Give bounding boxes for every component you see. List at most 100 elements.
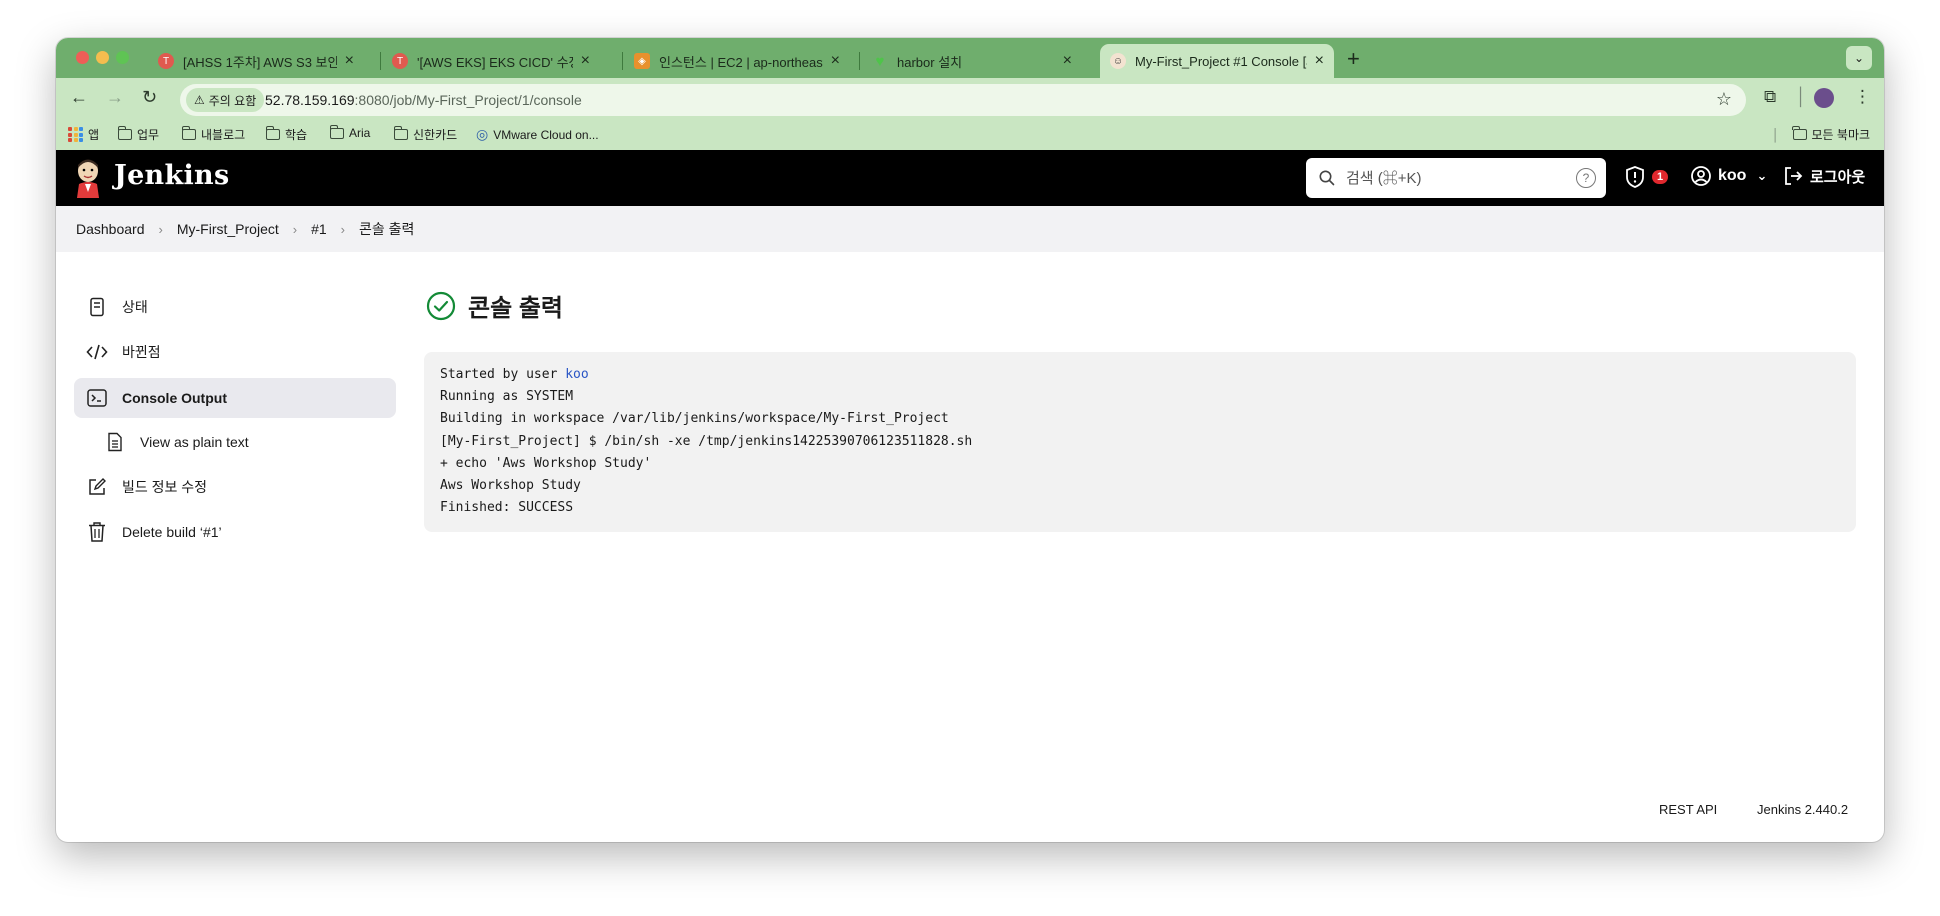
rest-api-link[interactable]: REST API xyxy=(1659,802,1717,817)
console-line: Started by user koo xyxy=(440,367,589,382)
browser-tab[interactable]: ♥ harbor 설치 × xyxy=(862,44,1082,78)
reload-icon[interactable]: ↻ xyxy=(142,87,157,108)
sidebar-item-status[interactable]: 상태 xyxy=(74,288,396,326)
user-circle-icon xyxy=(1691,166,1711,186)
bookmark-folder[interactable]: 신한카드 xyxy=(393,126,457,143)
jenkins-icon: ☺ xyxy=(1110,53,1126,69)
page-title: 콘솔 출력 xyxy=(468,295,563,322)
browser-tab-active[interactable]: ☺ My-First_Project #1 Console [Jenkins] … xyxy=(1100,44,1334,78)
console-line: [My-First_Project] $ /bin/sh -xe /tmp/je… xyxy=(440,433,973,449)
url-text: 52.78.159.169:8080/job/My-First_Project/… xyxy=(265,92,582,108)
jenkins-brand[interactable]: Jenkins xyxy=(114,160,229,191)
url-path: :8080/job/My-First_Project/1/console xyxy=(354,92,582,108)
url-host: 52.78.159.169 xyxy=(265,92,355,108)
console-line: + echo 'Aws Workshop Study' xyxy=(440,455,652,471)
folder-icon xyxy=(1792,126,1807,140)
browser-tab[interactable]: ◈ 인스턴스 | EC2 | ap-northeast-2 × xyxy=(624,44,850,78)
bookmark-label: VMware Cloud on... xyxy=(493,127,599,142)
chevron-down-icon[interactable]: ⌄ xyxy=(1846,46,1872,70)
sidebar-item-label: 바뀐점 xyxy=(122,344,161,360)
all-bookmarks[interactable]: │ 모든 북마크 xyxy=(1772,126,1870,143)
breadcrumb-project[interactable]: My-First_Project xyxy=(175,221,281,237)
help-question-icon[interactable]: ? xyxy=(1576,168,1596,188)
bookmark-star-icon[interactable]: ☆ xyxy=(1716,89,1732,110)
bookmark-label: 내블로그 xyxy=(201,128,246,142)
address-bar[interactable]: ⚠ 주의 요함 52.78.159.169:8080/job/My-First_… xyxy=(180,84,1746,116)
close-tab-icon[interactable]: × xyxy=(1315,52,1324,70)
minimize-window-button[interactable] xyxy=(96,51,109,64)
browser-menu-icon[interactable]: ⋮ xyxy=(1854,87,1871,107)
page-heading: 콘솔 출력 xyxy=(426,288,563,323)
jenkins-version-link[interactable]: Jenkins 2.440.2 xyxy=(1757,802,1848,817)
jenkins-header: Jenkins ? 1 koo ⌄ xyxy=(56,150,1884,206)
new-tab-icon[interactable]: + xyxy=(1347,46,1360,72)
logout-link[interactable]: 로그아웃 xyxy=(1782,165,1865,187)
aws-ec2-icon: ◈ xyxy=(634,53,650,69)
chevron-down-icon: ⌄ xyxy=(1756,168,1768,183)
sidebar-item-changes[interactable]: 바뀐점 xyxy=(74,333,396,371)
apps-grid-icon xyxy=(68,127,83,142)
document-icon xyxy=(86,296,108,318)
search-icon xyxy=(1319,170,1335,186)
success-check-icon xyxy=(426,291,456,320)
browser-toolbar: ← → ↻ ⚠ 주의 요함 52.78.159.169:8080/job/My-… xyxy=(56,78,1884,120)
sidebar-item-console-output[interactable]: Console Output xyxy=(74,378,396,418)
bookmark-folder[interactable]: 학습 xyxy=(265,126,308,143)
logout-icon xyxy=(1785,167,1803,185)
security-alerts[interactable]: 1 xyxy=(1624,165,1669,189)
bookmark-vmware[interactable]: ◎ VMware Cloud on... xyxy=(476,126,599,143)
security-alert-badge: 1 xyxy=(1652,170,1669,184)
breadcrumb-dashboard[interactable]: Dashboard xyxy=(74,221,147,237)
console-line: Running as SYSTEM xyxy=(440,389,574,405)
bookmark-apps[interactable]: 앱 xyxy=(68,126,99,143)
folder-icon xyxy=(393,126,408,140)
notion-red-icon: T xyxy=(158,53,174,69)
close-tab-icon[interactable]: × xyxy=(1063,52,1072,70)
jenkins-butler-logo-icon[interactable] xyxy=(74,158,102,198)
chevron-right-icon: › xyxy=(340,221,346,237)
console-line: Building in workspace /var/lib/jenkins/w… xyxy=(440,411,949,427)
bookmark-label: 앱 xyxy=(88,128,100,142)
edit-icon xyxy=(86,476,108,498)
browser-tab[interactable]: T '[AWS EKS] EKS CICD' 수정하기 × xyxy=(382,44,600,78)
terminal-icon xyxy=(86,387,108,409)
all-bookmarks-label: 모든 북마크 xyxy=(1811,128,1871,142)
tab-title: 인스턴스 | EC2 | ap-northeast-2 xyxy=(659,54,823,70)
console-line: Aws Workshop Study xyxy=(440,478,581,494)
maximize-window-button[interactable] xyxy=(116,51,129,64)
sidebar-item-delete-build[interactable]: Delete build ‘#1’ xyxy=(74,513,396,551)
jenkins-search-box[interactable]: ? xyxy=(1306,158,1606,198)
bookmark-folder[interactable]: Aria xyxy=(329,124,370,140)
breadcrumb-build[interactable]: #1 xyxy=(309,221,329,237)
profile-avatar[interactable] xyxy=(1814,88,1834,108)
folder-icon xyxy=(117,126,132,140)
shield-alert-icon xyxy=(1626,166,1644,188)
bookmark-label: 학습 xyxy=(285,128,308,142)
folder-icon xyxy=(329,124,344,139)
forward-arrow-icon[interactable]: → xyxy=(106,87,124,108)
breadcrumb-console[interactable]: 콘솔 출력 xyxy=(357,219,416,239)
close-tab-icon[interactable]: × xyxy=(581,52,590,70)
tab-title: [AHSS 1주차] AWS S3 보안 (2) xyxy=(183,54,337,70)
tab-title: '[AWS EKS] EKS CICD' 수정하기 xyxy=(417,54,573,70)
browser-tab[interactable]: T [AHSS 1주차] AWS S3 보안 (2) × xyxy=(148,44,364,78)
extensions-puzzle-icon[interactable]: ⧉ xyxy=(1764,87,1776,107)
security-warning-chip[interactable]: ⚠ 주의 요함 xyxy=(186,88,265,112)
folder-icon xyxy=(265,126,280,140)
search-input[interactable] xyxy=(1346,167,1566,189)
sidebar-item-label: Console Output xyxy=(122,390,227,406)
back-arrow-icon[interactable]: ← xyxy=(70,87,88,108)
close-tab-icon[interactable]: × xyxy=(831,52,840,70)
vmware-globe-icon: ◎ xyxy=(476,126,489,142)
sidebar-item-edit-build-info[interactable]: 빌드 정보 수정 xyxy=(74,468,396,506)
sidebar-item-plain-text[interactable]: View as plain text xyxy=(74,423,396,461)
console-user-link[interactable]: koo xyxy=(565,367,588,382)
logout-label: 로그아웃 xyxy=(1810,168,1866,186)
bookmark-folder[interactable]: 내블로그 xyxy=(181,126,246,143)
bookmark-folder[interactable]: 업무 xyxy=(117,126,159,143)
close-window-button[interactable] xyxy=(76,51,89,64)
user-menu[interactable]: koo ⌄ xyxy=(1690,165,1767,187)
folder-icon xyxy=(181,126,196,140)
close-tab-icon[interactable]: × xyxy=(345,52,354,70)
chevron-right-icon: › xyxy=(158,221,163,237)
